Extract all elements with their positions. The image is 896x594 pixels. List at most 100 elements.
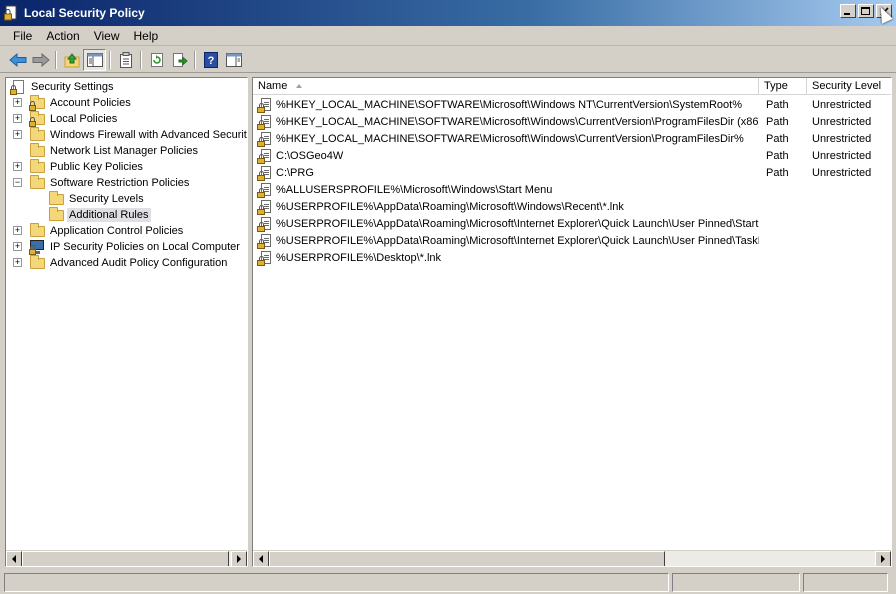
path-rule-icon [257,97,273,113]
expand-icon[interactable]: + [13,98,22,107]
tree-item-local-policies[interactable]: + Local Policies [12,111,119,127]
rule-name: %HKEY_LOCAL_MACHINE\SOFTWARE\Microsoft\W… [276,115,759,128]
scroll-thumb[interactable] [22,551,229,566]
tree-item-security-settings[interactable]: Security Settings [10,79,116,95]
console-tree: Security Settings + Account Policies + L… [6,78,247,550]
menu-view[interactable]: View [87,27,127,45]
minimize-icon [844,13,850,15]
tree-item-account-policies[interactable]: + Account Policies [12,95,133,111]
list-horizontal-scrollbar[interactable] [253,550,891,566]
rule-row[interactable]: %USERPROFILE%\AppData\Roaming\Microsoft\… [253,232,891,249]
rule-name-cell: %HKEY_LOCAL_MACHINE\SOFTWARE\Microsoft\W… [253,131,759,147]
menu-bar: File Action View Help [0,26,896,46]
folder-icon [29,127,45,143]
expand-icon[interactable]: + [13,162,22,171]
rule-name: %ALLUSERSPROFILE%\Microsoft\Windows\Star… [276,183,553,196]
rule-name: %USERPROFILE%\AppData\Roaming\Microsoft\… [276,217,759,230]
column-header-type[interactable]: Type [759,78,807,95]
expand-icon[interactable]: + [13,114,22,123]
tree-item-label: Network List Manager Policies [50,145,198,157]
rules-list-pane[interactable]: Name Type Security Level %HKEY_LOCAL_MAC… [252,77,892,567]
menu-file[interactable]: File [6,27,39,45]
rule-name: %USERPROFILE%\AppData\Roaming\Microsoft\… [276,200,624,213]
status-panel-tertiary [803,573,888,592]
expand-icon[interactable]: + [13,130,22,139]
local-security-policy-icon [4,5,20,21]
properties-button[interactable] [114,49,137,71]
folder-icon [29,223,45,239]
menu-action[interactable]: Action [39,27,86,45]
tree-item-additional-rules[interactable]: Additional Rules [48,207,151,223]
rule-name-cell: %USERPROFILE%\Desktop\*.lnk [253,250,759,266]
expand-icon[interactable]: + [13,258,22,267]
rule-security-level: Unrestricted [812,98,872,111]
tree-horizontal-scrollbar[interactable] [6,550,247,566]
rule-row[interactable]: %HKEY_LOCAL_MACHINE\SOFTWARE\Microsoft\W… [253,113,891,130]
rule-security-level: Unrestricted [812,115,872,128]
menu-help[interactable]: Help [127,27,166,45]
expand-icon[interactable]: + [13,242,22,251]
show-hide-tree-icon [86,52,103,67]
folder-icon [29,143,45,159]
collapse-icon[interactable]: − [13,178,22,187]
column-header-label: Name [258,80,288,92]
expand-icon[interactable]: + [13,226,22,235]
tree-item-application-control-policies[interactable]: + Application Control Policies [12,223,185,239]
scroll-thumb[interactable] [269,551,665,566]
show-hide-action-pane-button[interactable] [222,49,245,71]
rule-row[interactable]: C:\OSGeo4W Path Unrestricted [253,147,891,164]
rule-row[interactable]: %HKEY_LOCAL_MACHINE\SOFTWARE\Microsoft\W… [253,96,891,113]
rule-row[interactable]: %ALLUSERSPROFILE%\Microsoft\Windows\Star… [253,181,891,198]
path-rule-icon [257,199,273,215]
scroll-right-button[interactable] [231,551,247,566]
tree-item-public-key-policies[interactable]: + Public Key Policies [12,159,145,175]
tree-item-network-list-manager[interactable]: Network List Manager Policies [12,143,200,159]
rule-row[interactable]: %USERPROFILE%\AppData\Roaming\Microsoft\… [253,198,891,215]
rule-type: Path [766,98,789,111]
tree-item-advanced-audit-policy[interactable]: + Advanced Audit Policy Configuration [12,255,229,271]
toolbar-separator [109,50,111,69]
folder-icon [48,191,64,207]
tree-item-windows-firewall[interactable]: + Windows Firewall with Advanced Securit… [12,127,247,143]
rule-type: Path [766,166,789,179]
console-tree-pane[interactable]: Security Settings + Account Policies + L… [5,77,248,567]
action-pane-icon [225,52,242,67]
tree-item-label: IP Security Policies on Local Computer [50,241,240,253]
left-arrow-icon [259,555,263,563]
rule-row[interactable]: %HKEY_LOCAL_MACHINE\SOFTWARE\Microsoft\W… [253,130,891,147]
forward-button[interactable] [29,49,52,71]
folder-icon [29,255,45,271]
path-rule-icon [257,233,273,249]
export-list-button[interactable] [168,49,191,71]
rule-name-cell: %USERPROFILE%\AppData\Roaming\Microsoft\… [253,199,759,215]
right-arrow-icon [881,555,885,563]
rule-row[interactable]: C:\PRG Path Unrestricted [253,164,891,181]
minimize-button[interactable] [840,4,856,18]
help-button[interactable]: ? [199,49,222,71]
scroll-left-button[interactable] [253,551,269,566]
column-header-security-level[interactable]: Security Level [807,78,891,95]
column-header-name[interactable]: Name [253,78,759,95]
folder-icon [29,159,45,175]
up-one-level-button[interactable] [60,49,83,71]
scroll-right-button[interactable] [875,551,891,566]
tree-item-software-restriction-policies[interactable]: − Software Restriction Policies [12,175,191,191]
scroll-left-button[interactable] [6,551,22,566]
export-list-icon [172,52,188,67]
tree-item-ip-security-policies[interactable]: + IP Security Policies on Local Computer [12,239,242,255]
maximize-button[interactable] [858,4,874,18]
rule-name-cell: %ALLUSERSPROFILE%\Microsoft\Windows\Star… [253,182,759,198]
tree-item-security-levels[interactable]: Security Levels [48,191,146,207]
refresh-button[interactable] [145,49,168,71]
rule-type: Path [766,132,789,145]
show-hide-console-tree-button[interactable] [83,48,106,71]
back-button[interactable] [6,49,29,71]
title-bar[interactable]: Local Security Policy [0,0,896,26]
rule-row[interactable]: %USERPROFILE%\Desktop\*.lnk [253,249,891,266]
ipsec-monitor-icon [29,239,45,255]
rule-name: %HKEY_LOCAL_MACHINE\SOFTWARE\Microsoft\W… [276,98,742,111]
list-header: Name Type Security Level [253,78,891,95]
rule-row[interactable]: %USERPROFILE%\AppData\Roaming\Microsoft\… [253,215,891,232]
left-arrow-icon [12,555,16,563]
rule-type: Path [766,149,789,162]
